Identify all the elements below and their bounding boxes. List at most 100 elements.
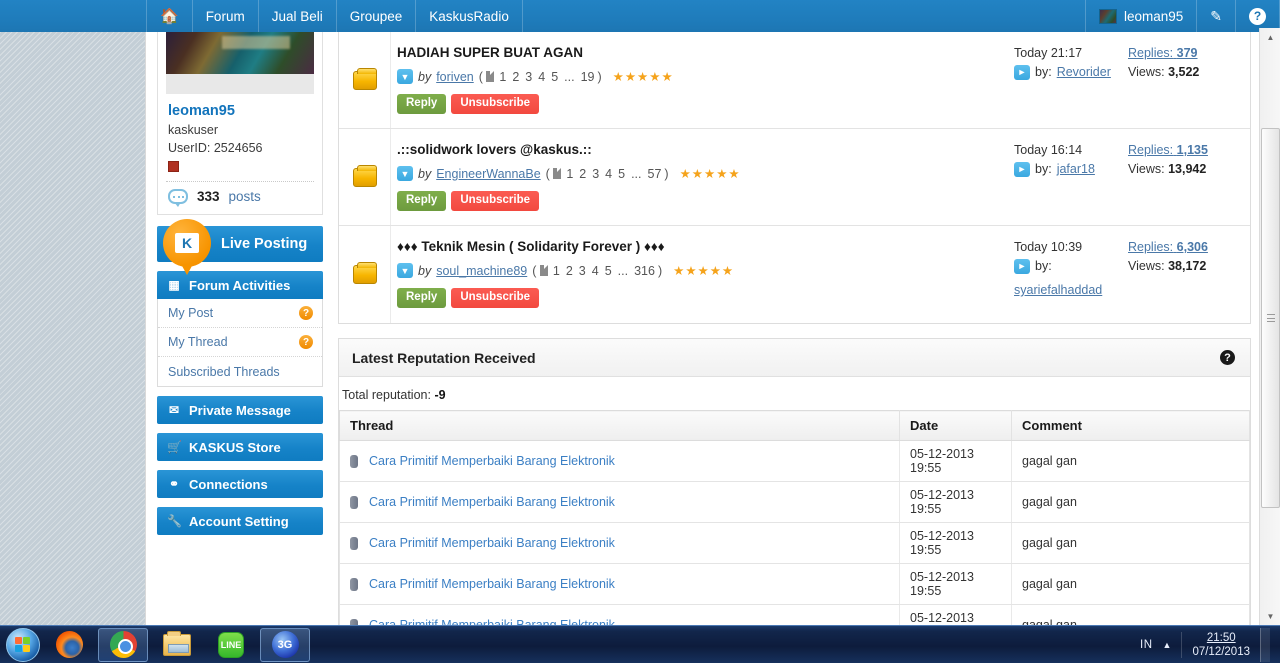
nav-item-groupee[interactable]: Groupee bbox=[335, 0, 416, 32]
reply-button[interactable]: Reply bbox=[397, 94, 447, 114]
sidebar-item-kaskus-store[interactable]: 🛒 KASKUS Store bbox=[157, 433, 323, 461]
taskbar-item-3g[interactable]: 3G bbox=[260, 627, 310, 662]
page-link[interactable]: 3 bbox=[525, 70, 532, 84]
reputation-panel-header: Latest Reputation Received ? bbox=[339, 339, 1250, 377]
thread-author-link[interactable]: EngineerWannaBe bbox=[436, 167, 540, 181]
nav-item-kaskusradio[interactable]: KaskusRadio bbox=[415, 0, 523, 32]
taskbar-item-explorer[interactable] bbox=[152, 628, 202, 662]
page-link-last[interactable]: 57 bbox=[648, 167, 662, 181]
nav-item-forum[interactable]: Forum bbox=[191, 0, 258, 32]
nav-home-button[interactable]: 🏠 bbox=[146, 0, 192, 32]
unsubscribe-button[interactable]: Unsubscribe bbox=[451, 191, 539, 211]
sidebar-item-private-message[interactable]: ✉ Private Message bbox=[157, 396, 323, 424]
page-link[interactable]: 5 bbox=[551, 70, 558, 84]
page-link-last[interactable]: 316 bbox=[634, 264, 655, 278]
chevron-down-icon[interactable]: ▼ bbox=[397, 166, 413, 181]
reputation-thread-link[interactable]: Cara Primitif Memperbaiki Barang Elektro… bbox=[369, 618, 615, 625]
page-link[interactable]: 3 bbox=[579, 264, 586, 278]
profile-username[interactable]: leoman95 bbox=[168, 102, 312, 121]
sidebar-item-my-post[interactable]: My Post ? bbox=[158, 299, 322, 328]
page-doc-icon bbox=[539, 264, 548, 276]
chevron-down-icon[interactable]: ▼ bbox=[397, 69, 413, 84]
thread-author-link[interactable]: soul_machine89 bbox=[436, 264, 527, 278]
unsubscribe-button[interactable]: Unsubscribe bbox=[451, 94, 539, 114]
chevron-up-icon[interactable]: ▲ bbox=[1163, 640, 1172, 650]
thread-replies[interactable]: Replies: 379 bbox=[1128, 44, 1244, 63]
reputation-thread-link[interactable]: Cara Primitif Memperbaiki Barang Elektro… bbox=[369, 495, 615, 509]
page-link[interactable]: 2 bbox=[512, 70, 519, 84]
thread-pager: ( 1 2 3 4 5... 316) bbox=[532, 263, 663, 278]
language-indicator[interactable]: IN bbox=[1140, 639, 1153, 651]
goto-last-post-icon[interactable]: ► bbox=[1014, 65, 1030, 80]
page-link[interactable]: 2 bbox=[579, 167, 586, 181]
question-mark-icon: ? bbox=[1249, 7, 1266, 25]
by-label: by bbox=[418, 263, 432, 278]
start-button[interactable] bbox=[6, 627, 40, 662]
scrollbar-thumb[interactable] bbox=[1261, 128, 1280, 508]
lastby-link[interactable]: syariefalhaddad bbox=[1014, 281, 1102, 300]
thread-title[interactable]: .::solidwork lovers @kaskus.:: bbox=[397, 141, 1002, 159]
page-link[interactable]: 4 bbox=[592, 264, 599, 278]
show-desktop-button[interactable] bbox=[1260, 627, 1270, 662]
sidebar-item-account-setting[interactable]: 🔧 Account Setting bbox=[157, 507, 323, 535]
lastby-link[interactable]: Revorider bbox=[1057, 63, 1111, 82]
reputation-thread-link[interactable]: Cara Primitif Memperbaiki Barang Elektro… bbox=[369, 577, 615, 591]
page-link[interactable]: 1 bbox=[566, 167, 573, 181]
page-link[interactable]: 4 bbox=[538, 70, 545, 84]
scroll-up-arrow[interactable]: ▲ bbox=[1260, 28, 1280, 46]
sidebar-section-forum-activities[interactable]: ▦ Forum Activities bbox=[157, 271, 323, 299]
lastby-label: by: bbox=[1035, 162, 1052, 176]
sidebar-item-connections[interactable]: ⚭ Connections bbox=[157, 470, 323, 498]
page-link[interactable]: 1 bbox=[553, 264, 560, 278]
goto-last-post-icon[interactable]: ► bbox=[1014, 162, 1030, 177]
user-menu-button[interactable]: leoman95 bbox=[1084, 0, 1196, 32]
page-link[interactable]: 4 bbox=[605, 167, 612, 181]
folder-icon bbox=[352, 67, 377, 90]
thread-title[interactable]: HADIAH SUPER BUAT AGAN bbox=[397, 44, 1002, 62]
unsubscribe-button[interactable]: Unsubscribe bbox=[451, 288, 539, 308]
thread-row: .::solidwork lovers @kaskus.:: ▼ by Engi… bbox=[339, 129, 1250, 226]
reply-button[interactable]: Reply bbox=[397, 288, 447, 308]
firefox-icon bbox=[55, 631, 83, 658]
reputation-table: Thread Date Comment Cara Primitif Memper… bbox=[339, 410, 1250, 625]
help-badge-icon[interactable]: ? bbox=[299, 306, 313, 320]
nav-item-jual-beli[interactable]: Jual Beli bbox=[257, 0, 336, 32]
table-row: Cara Primitif Memperbaiki Barang Elektro… bbox=[339, 604, 1250, 625]
thread-replies[interactable]: Replies: 6,306 bbox=[1128, 238, 1244, 257]
taskbar-item-line[interactable]: LINE bbox=[206, 628, 256, 662]
page-link[interactable]: 5 bbox=[618, 167, 625, 181]
page-link[interactable]: 1 bbox=[499, 70, 506, 84]
help-badge-icon[interactable]: ? bbox=[299, 335, 313, 349]
question-mark-icon[interactable]: ? bbox=[1220, 350, 1235, 365]
reputation-thread-link[interactable]: Cara Primitif Memperbaiki Barang Elektro… bbox=[369, 536, 615, 550]
topnav-left-pad bbox=[0, 0, 146, 32]
connections-icon: ⚭ bbox=[168, 477, 180, 491]
goto-last-post-icon[interactable]: ► bbox=[1014, 259, 1030, 274]
page-link[interactable]: 5 bbox=[605, 264, 612, 278]
avatar bbox=[1098, 8, 1117, 24]
replies-count: 379 bbox=[1176, 46, 1198, 60]
latest-reputation-panel: Latest Reputation Received ? Total reput… bbox=[338, 338, 1251, 625]
browser-viewport: 🏠 Forum Jual Beli Groupee KaskusRadio le… bbox=[0, 0, 1280, 625]
thread-author-link[interactable]: foriven bbox=[436, 70, 474, 84]
taskbar-item-firefox[interactable] bbox=[44, 628, 94, 662]
live-posting-badge-letter: K bbox=[175, 233, 199, 253]
taskbar-item-chrome[interactable] bbox=[98, 627, 148, 662]
page-link[interactable]: 2 bbox=[566, 264, 573, 278]
thread-stats: Replies: 6,306 Views: 38,172 bbox=[1122, 226, 1250, 323]
scroll-down-arrow[interactable]: ▼ bbox=[1260, 607, 1280, 625]
lastby-link[interactable]: jafar18 bbox=[1057, 160, 1095, 179]
sidebar-item-my-thread[interactable]: My Thread ? bbox=[158, 328, 322, 357]
thread-title[interactable]: ♦♦♦ Teknik Mesin ( Solidarity Forever ) … bbox=[397, 238, 1002, 256]
create-post-button[interactable]: ✎ bbox=[1196, 0, 1235, 32]
sidebar-item-live-posting[interactable]: K Live Posting bbox=[157, 219, 323, 275]
sidebar-item-subscribed-threads[interactable]: Subscribed Threads bbox=[158, 357, 322, 386]
page-link[interactable]: 3 bbox=[592, 167, 599, 181]
clock[interactable]: 21:50 07/12/2013 bbox=[1192, 631, 1250, 659]
chevron-down-icon[interactable]: ▼ bbox=[397, 263, 413, 278]
thread-replies[interactable]: Replies: 1,135 bbox=[1128, 141, 1244, 160]
reputation-thread-link[interactable]: Cara Primitif Memperbaiki Barang Elektro… bbox=[369, 454, 615, 468]
reply-button[interactable]: Reply bbox=[397, 191, 447, 211]
page-link-last[interactable]: 19 bbox=[581, 70, 595, 84]
page-scrollbar[interactable]: ▲ ▼ bbox=[1259, 28, 1280, 625]
